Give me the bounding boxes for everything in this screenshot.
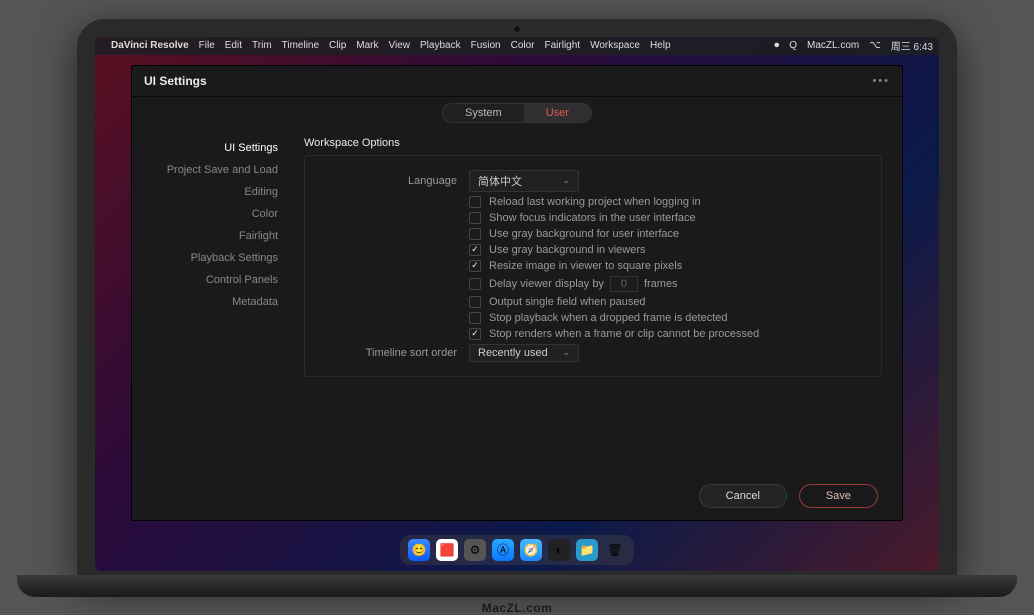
- sidebar-item-metadata[interactable]: Metadata: [132, 291, 292, 313]
- menu-view[interactable]: View: [389, 40, 411, 51]
- macos-menubar: DaVinci Resolve File Edit Trim Timeline …: [95, 37, 939, 55]
- cb-focus-indicators[interactable]: [469, 212, 481, 224]
- lbl-delay-viewer: Delay viewer display by: [489, 278, 604, 290]
- dock-trash-icon[interactable]: 🗑: [604, 539, 626, 561]
- cb-stop-renders[interactable]: [469, 328, 481, 340]
- tab-user[interactable]: User: [524, 104, 591, 122]
- menu-edit[interactable]: Edit: [225, 40, 242, 51]
- dock-settings-icon[interactable]: ⚙: [464, 539, 486, 561]
- cb-gray-bg-ui[interactable]: [469, 228, 481, 240]
- section-title: Workspace Options: [304, 137, 882, 149]
- menu-workspace[interactable]: Workspace: [590, 40, 640, 51]
- menu-trim[interactable]: Trim: [252, 40, 272, 51]
- dock-launchpad-icon[interactable]: 🟥: [436, 539, 458, 561]
- menubar-site: MacZL.com: [807, 40, 859, 51]
- macos-dock: 😊 🟥 ⚙ Ⓐ 🧭 ◐ 📁 🗑: [400, 535, 634, 565]
- tab-system[interactable]: System: [443, 104, 524, 122]
- cb-delay-viewer[interactable]: [469, 278, 481, 290]
- cancel-button[interactable]: Cancel: [699, 484, 787, 508]
- dock-safari-icon[interactable]: 🧭: [520, 539, 542, 561]
- timeline-sort-select[interactable]: Recently used ⌄: [469, 344, 579, 362]
- screen-record-icon[interactable]: ⏺: [774, 40, 779, 51]
- language-label: Language: [319, 175, 469, 187]
- chevron-down-icon: ⌄: [562, 347, 570, 358]
- lbl-frames-unit: frames: [644, 278, 678, 290]
- lbl-gray-bg-viewer: Use gray background in viewers: [489, 244, 646, 256]
- lbl-output-single-field: Output single field when paused: [489, 296, 646, 308]
- lbl-resize-square: Resize image in viewer to square pixels: [489, 260, 682, 272]
- chevron-down-icon: ⌄: [562, 175, 570, 186]
- settings-tabgroup: System User: [442, 103, 592, 123]
- workspace-options-panel: Language 简体中文 ⌄ Reload last working proj…: [304, 155, 882, 377]
- language-value: 简体中文: [478, 173, 522, 189]
- dock-resolve-icon[interactable]: ◐: [548, 539, 570, 561]
- menu-file[interactable]: File: [199, 40, 215, 51]
- sidebar-item-editing[interactable]: Editing: [132, 181, 292, 203]
- sidebar-item-fairlight[interactable]: Fairlight: [132, 225, 292, 247]
- cb-stop-dropped-frame[interactable]: [469, 312, 481, 324]
- lbl-focus-indicators: Show focus indicators in the user interf…: [489, 212, 696, 224]
- dialog-title: UI Settings: [144, 74, 207, 88]
- menu-timeline[interactable]: Timeline: [282, 40, 319, 51]
- lbl-stop-dropped-frame: Stop playback when a dropped frame is de…: [489, 312, 727, 324]
- cb-output-single-field[interactable]: [469, 296, 481, 308]
- dock-appstore-icon[interactable]: Ⓐ: [492, 539, 514, 561]
- sidebar-item-color[interactable]: Color: [132, 203, 292, 225]
- language-select[interactable]: 简体中文 ⌄: [469, 170, 579, 192]
- menu-fusion[interactable]: Fusion: [471, 40, 501, 51]
- menu-help[interactable]: Help: [650, 40, 671, 51]
- menu-color[interactable]: Color: [511, 40, 535, 51]
- save-button[interactable]: Save: [799, 484, 878, 508]
- menu-fairlight[interactable]: Fairlight: [545, 40, 581, 51]
- cb-reload-project[interactable]: [469, 196, 481, 208]
- dock-downloads-icon[interactable]: 📁: [576, 539, 598, 561]
- watermark-text: MacZL.com: [482, 601, 553, 615]
- dialog-menu-icon[interactable]: •••: [872, 75, 890, 87]
- cb-resize-square[interactable]: [469, 260, 481, 272]
- sidebar-item-ui-settings[interactable]: UI Settings: [132, 137, 292, 159]
- camera-notch: [513, 25, 521, 33]
- lbl-gray-bg-ui: Use gray background for user interface: [489, 228, 679, 240]
- sidebar-item-control-panels[interactable]: Control Panels: [132, 269, 292, 291]
- menubar-clock[interactable]: 周三 6:43: [891, 38, 933, 53]
- menu-clip[interactable]: Clip: [329, 40, 346, 51]
- control-center-icon[interactable]: ⌥: [869, 40, 881, 51]
- lbl-stop-renders: Stop renders when a frame or clip cannot…: [489, 328, 759, 340]
- lbl-reload-project: Reload last working project when logging…: [489, 196, 701, 208]
- timeline-sort-value: Recently used: [478, 347, 548, 359]
- dock-finder-icon[interactable]: 😊: [408, 539, 430, 561]
- menubar-app-name[interactable]: DaVinci Resolve: [111, 40, 189, 51]
- settings-sidebar: UI Settings Project Save and Load Editin…: [132, 129, 292, 520]
- timeline-sort-label: Timeline sort order: [319, 347, 469, 359]
- cb-gray-bg-viewer[interactable]: [469, 244, 481, 256]
- spotlight-icon[interactable]: Q: [789, 40, 797, 51]
- menu-mark[interactable]: Mark: [356, 40, 378, 51]
- sidebar-item-playback[interactable]: Playback Settings: [132, 247, 292, 269]
- menu-playback[interactable]: Playback: [420, 40, 461, 51]
- delay-frames-input[interactable]: 0: [610, 276, 638, 292]
- sidebar-item-project-save[interactable]: Project Save and Load: [132, 159, 292, 181]
- ui-settings-dialog: UI Settings ••• System User UI Settings …: [131, 65, 903, 521]
